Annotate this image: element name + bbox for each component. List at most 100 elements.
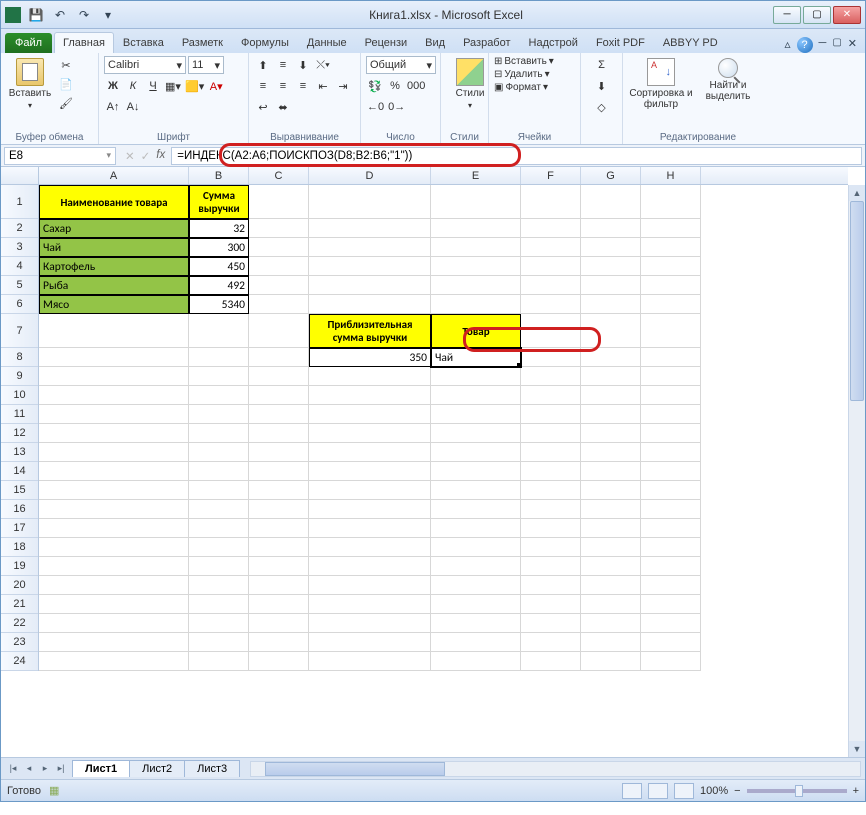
orientation-button[interactable]: ⤬▾ (314, 56, 332, 74)
cell-F16[interactable] (521, 500, 581, 519)
ribbon-tab-7[interactable]: Разработ (454, 32, 519, 53)
cell-D10[interactable] (309, 386, 431, 405)
cell-C14[interactable] (249, 462, 309, 481)
zoom-knob[interactable] (795, 785, 803, 797)
sheet-next-icon[interactable]: ▸ (37, 763, 53, 774)
cell-H3[interactable] (641, 238, 701, 257)
insert-cells-button[interactable]: ⊞Вставить▾ (494, 56, 575, 67)
align-middle-button[interactable]: ≡ (274, 56, 292, 74)
col-header-C[interactable]: C (249, 167, 309, 184)
cell-E17[interactable] (431, 519, 521, 538)
decrease-font-button[interactable]: A↓ (124, 98, 142, 116)
cell-B17[interactable] (189, 519, 249, 538)
currency-button[interactable]: 💱 (366, 77, 384, 95)
find-select-button[interactable]: Найти и выделить (697, 56, 759, 102)
cell-C16[interactable] (249, 500, 309, 519)
cell-F17[interactable] (521, 519, 581, 538)
cell-C5[interactable] (249, 276, 309, 295)
align-right-button[interactable]: ≡ (294, 77, 312, 95)
cell-B9[interactable] (189, 367, 249, 386)
cell-F20[interactable] (521, 576, 581, 595)
cell-G18[interactable] (581, 538, 641, 557)
cell-F6[interactable] (521, 295, 581, 314)
cell-B13[interactable] (189, 443, 249, 462)
fx-icon[interactable]: fx (156, 149, 165, 163)
cell-F12[interactable] (521, 424, 581, 443)
cell-E4[interactable] (431, 257, 521, 276)
col-header-D[interactable]: D (309, 167, 431, 184)
cell-A11[interactable] (39, 405, 189, 424)
cell-A14[interactable] (39, 462, 189, 481)
file-tab[interactable]: Файл (5, 33, 52, 53)
cell-F14[interactable] (521, 462, 581, 481)
row-header-6[interactable]: 6 (1, 295, 38, 314)
row-header-18[interactable]: 18 (1, 538, 38, 557)
cell-C6[interactable] (249, 295, 309, 314)
increase-font-button[interactable]: A↑ (104, 98, 122, 116)
hscroll-thumb[interactable] (265, 762, 445, 776)
cell-A24[interactable] (39, 652, 189, 671)
row-header-7[interactable]: 7 (1, 314, 38, 348)
save-icon[interactable]: 💾 (25, 4, 47, 26)
cell-G9[interactable] (581, 367, 641, 386)
sheet-tab-0[interactable]: Лист1 (72, 760, 130, 777)
cell-B4[interactable]: 450 (189, 257, 249, 276)
cell-G8[interactable] (581, 348, 641, 367)
cell-D14[interactable] (309, 462, 431, 481)
cell-D17[interactable] (309, 519, 431, 538)
cell-H16[interactable] (641, 500, 701, 519)
sheet-prev-icon[interactable]: ◂ (21, 763, 37, 774)
cancel-formula-icon[interactable]: ✕ (125, 149, 135, 163)
scroll-up-icon[interactable]: ▲ (849, 185, 865, 201)
font-name-combo[interactable]: Calibri▾ (104, 56, 186, 74)
cell-A4[interactable]: Картофель (39, 257, 189, 276)
cell-C9[interactable] (249, 367, 309, 386)
cell-E20[interactable] (431, 576, 521, 595)
row-header-20[interactable]: 20 (1, 576, 38, 595)
col-header-H[interactable]: H (641, 167, 701, 184)
cell-G6[interactable] (581, 295, 641, 314)
cell-F9[interactable] (521, 367, 581, 386)
cell-E22[interactable] (431, 614, 521, 633)
cell-C19[interactable] (249, 557, 309, 576)
undo-icon[interactable]: ↶ (49, 4, 71, 26)
comma-button[interactable]: 000 (406, 77, 426, 95)
close-button[interactable]: ✕ (833, 6, 861, 24)
cell-H17[interactable] (641, 519, 701, 538)
qat-dropdown-icon[interactable]: ▾ (97, 4, 119, 26)
cell-D13[interactable] (309, 443, 431, 462)
cell-B19[interactable] (189, 557, 249, 576)
sheet-nav[interactable]: |◂ ◂ ▸ ▸| (5, 763, 69, 774)
cell-E9[interactable] (431, 367, 521, 386)
cell-G7[interactable] (581, 314, 641, 348)
cell-A15[interactable] (39, 481, 189, 500)
cell-F5[interactable] (521, 276, 581, 295)
cell-A1[interactable]: Наименование товара (39, 185, 189, 219)
cell-A12[interactable] (39, 424, 189, 443)
cell-G16[interactable] (581, 500, 641, 519)
cell-F8[interactable] (521, 348, 581, 367)
sheet-first-icon[interactable]: |◂ (5, 763, 21, 774)
cell-H6[interactable] (641, 295, 701, 314)
doc-minimize-icon[interactable]: ─ (819, 37, 827, 53)
wrap-text-button[interactable]: ↩ (254, 98, 272, 116)
format-painter-button[interactable]: 🖌 (57, 94, 75, 112)
cell-H24[interactable] (641, 652, 701, 671)
cell-H2[interactable] (641, 219, 701, 238)
cell-H8[interactable] (641, 348, 701, 367)
cell-F1[interactable] (521, 185, 581, 219)
vscroll-thumb[interactable] (850, 201, 864, 401)
cell-A13[interactable] (39, 443, 189, 462)
page-break-view-button[interactable] (674, 783, 694, 799)
cell-G4[interactable] (581, 257, 641, 276)
cell-E13[interactable] (431, 443, 521, 462)
cell-B20[interactable] (189, 576, 249, 595)
ribbon-tab-8[interactable]: Надстрой (520, 32, 587, 53)
cell-B10[interactable] (189, 386, 249, 405)
zoom-level[interactable]: 100% (700, 785, 728, 797)
percent-button[interactable]: % (386, 77, 404, 95)
cell-G5[interactable] (581, 276, 641, 295)
enter-formula-icon[interactable]: ✓ (141, 149, 151, 163)
cell-C11[interactable] (249, 405, 309, 424)
cell-C17[interactable] (249, 519, 309, 538)
